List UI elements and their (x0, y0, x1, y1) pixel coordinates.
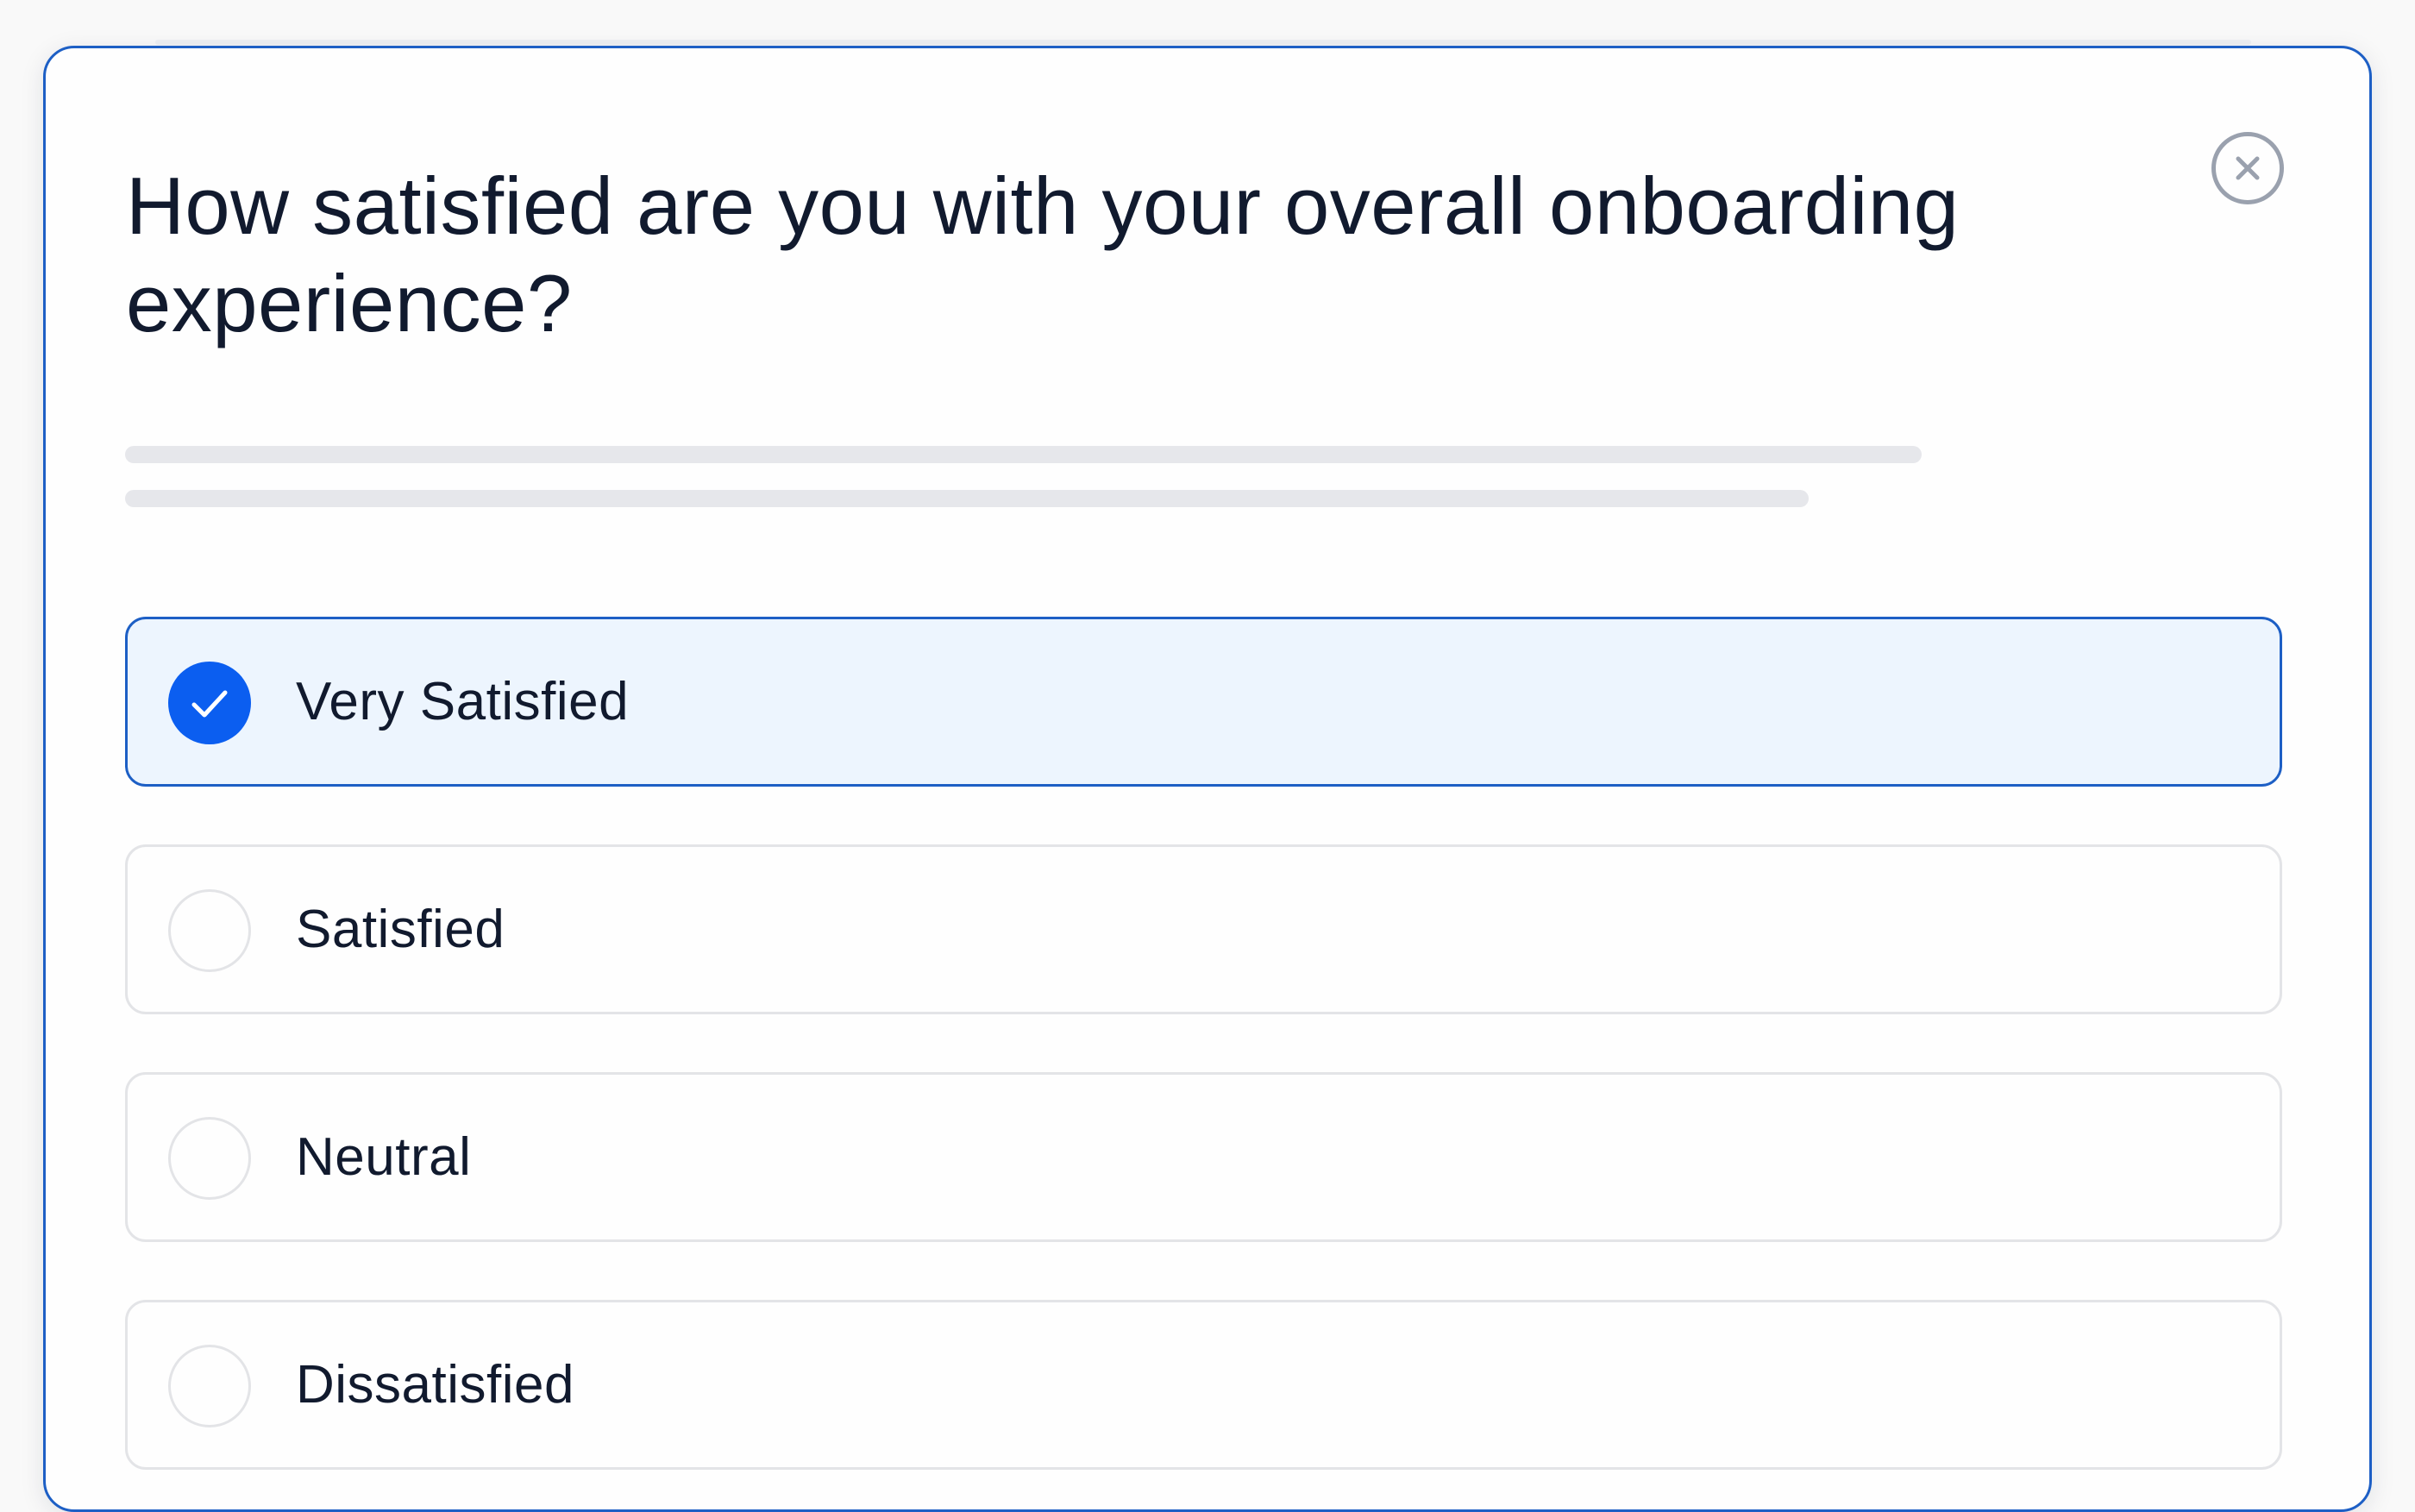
description-placeholder-line-1 (125, 446, 1922, 463)
option-label: Neutral (296, 1127, 472, 1187)
radio-checked[interactable] (168, 662, 251, 744)
option-dissatisfied[interactable]: Dissatisfied (125, 1300, 2282, 1470)
option-label: Satisfied (296, 900, 505, 959)
option-label: Very Satisfied (296, 672, 630, 731)
close-icon (2236, 156, 2260, 180)
checkmark-icon (191, 690, 228, 718)
option-very-satisfied[interactable]: Very Satisfied (125, 617, 2282, 787)
option-neutral[interactable]: Neutral (125, 1072, 2282, 1242)
radio-unchecked[interactable] (168, 889, 251, 972)
option-satisfied[interactable]: Satisfied (125, 844, 2282, 1014)
background-card-edge (155, 40, 2251, 45)
radio-unchecked[interactable] (168, 1117, 251, 1200)
radio-unchecked[interactable] (168, 1345, 251, 1427)
description-placeholder-line-2 (125, 490, 1809, 507)
close-button[interactable] (2211, 132, 2284, 204)
option-label: Dissatisfied (296, 1355, 574, 1415)
question-title: How satisfied are you with your overall … (126, 160, 1960, 348)
